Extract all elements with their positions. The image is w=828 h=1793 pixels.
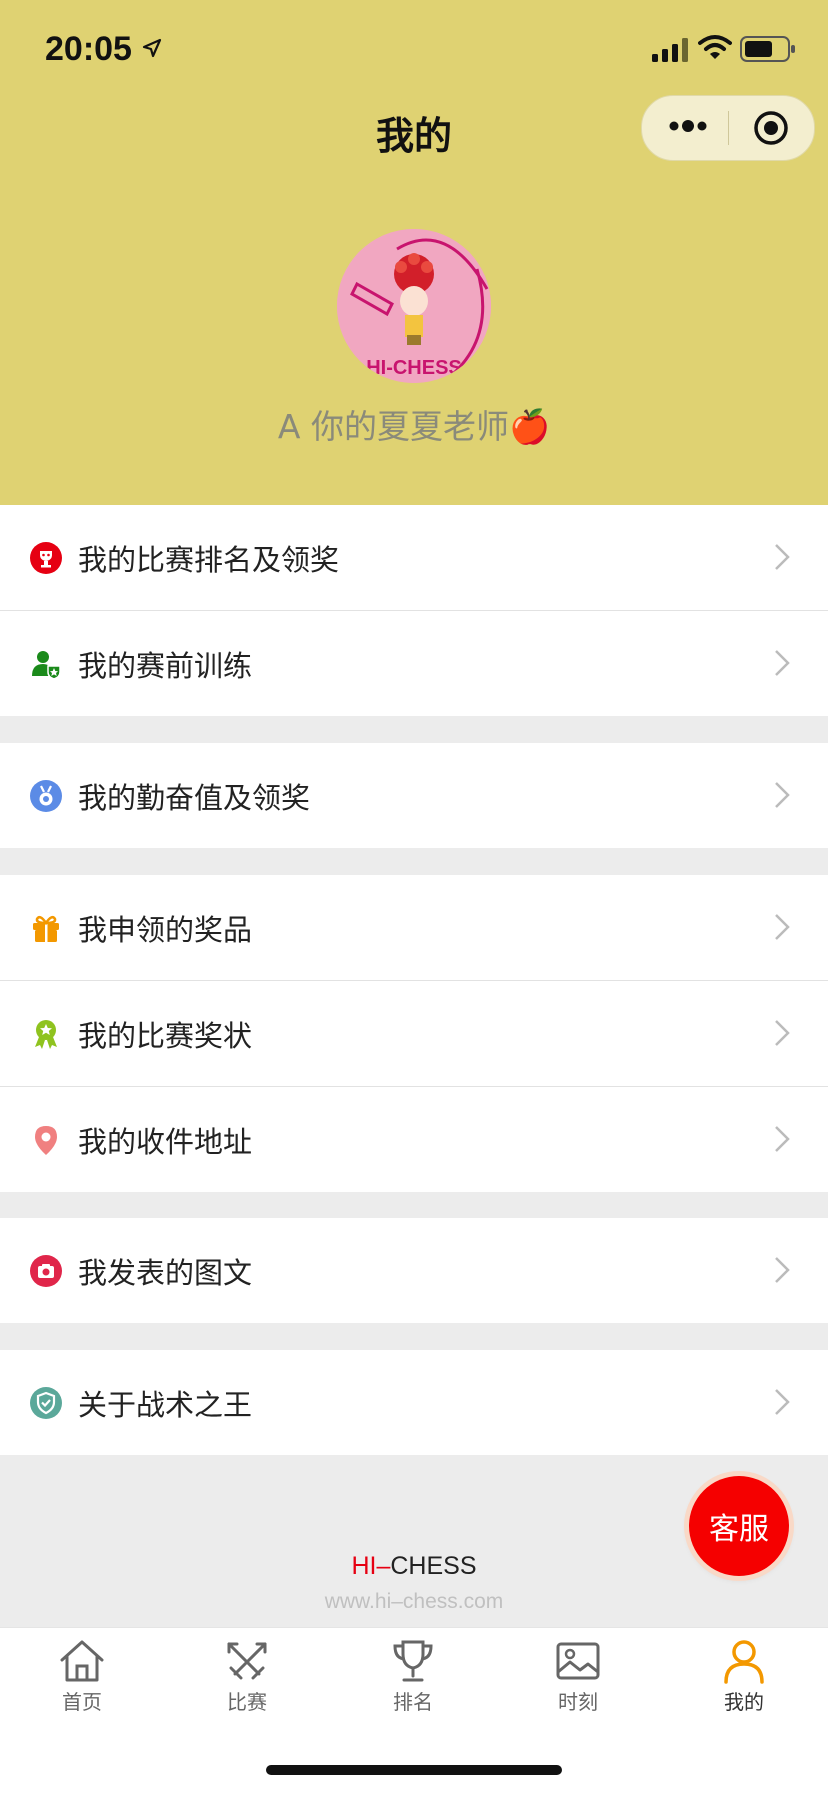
chevron-right-icon xyxy=(775,782,790,808)
menu-item-diligence-awards[interactable]: 我的勤奋值及领奖 xyxy=(0,743,828,848)
avatar[interactable]: HI-CHESS xyxy=(337,229,491,383)
user-badge-icon xyxy=(32,651,61,680)
chevron-right-icon xyxy=(775,1020,790,1046)
brand-rest: CHESS xyxy=(390,1552,477,1580)
mini-program-capsule xyxy=(641,95,815,161)
location-arrow-icon xyxy=(142,38,162,58)
trophy-icon xyxy=(30,542,62,574)
tab-label: 排名 xyxy=(393,1690,433,1714)
chevron-right-icon xyxy=(775,914,790,940)
menu-item-match-certificates[interactable]: 我的比赛奖状 xyxy=(0,981,828,1087)
status-bar: 20:05 xyxy=(0,0,828,100)
battery-icon xyxy=(740,36,795,62)
tab-ranking[interactable]: 排名 xyxy=(358,1638,468,1715)
profile-header: 20:05 我的 HI-CHESS A 你的夏夏老师🍎 xyxy=(0,0,828,505)
swords-icon xyxy=(227,1642,267,1680)
chevron-right-icon xyxy=(775,650,790,676)
customer-service-button[interactable]: 客服 xyxy=(689,1476,789,1576)
tab-home[interactable]: 首页 xyxy=(27,1638,137,1715)
footer-url: www.hi–chess.com xyxy=(324,1590,504,1613)
avatar-text: HI-CHESS xyxy=(366,357,462,379)
username: A 你的夏夏老师🍎 xyxy=(0,400,828,448)
apple-emoji: 🍎 xyxy=(508,407,551,446)
camera-icon xyxy=(30,1255,62,1287)
tab-label: 我的 xyxy=(724,1690,764,1714)
menu-group-4: 我发表的图文 xyxy=(0,1218,828,1323)
wifi-icon xyxy=(698,35,732,59)
menu-item-label: 关于战术之王 xyxy=(78,1387,253,1422)
trophy-cup-icon xyxy=(393,1640,433,1682)
menu-item-claimed-prizes[interactable]: 我申领的奖品 xyxy=(0,875,828,981)
menu-item-pre-match-training[interactable]: 我的赛前训练 xyxy=(0,611,828,716)
close-mini-program-icon[interactable] xyxy=(753,110,789,146)
menu-item-my-posts[interactable]: 我发表的图文 xyxy=(0,1218,828,1323)
image-icon xyxy=(556,1642,600,1680)
tab-bar: 首页 比赛 排名 时刻 我的 xyxy=(0,1627,828,1793)
shield-icon xyxy=(30,1387,62,1419)
brand-dash: – xyxy=(376,1552,391,1580)
menu-group-3: 我申领的奖品 我的比赛奖状 我的收件地址 xyxy=(0,875,828,1192)
chevron-right-icon xyxy=(775,1389,790,1415)
menu-item-label: 我申领的奖品 xyxy=(78,912,253,947)
brand-hi: HI xyxy=(351,1552,377,1580)
gift-icon xyxy=(33,915,59,942)
tab-mine[interactable]: 我的 xyxy=(689,1638,799,1715)
chevron-right-icon xyxy=(775,1257,790,1283)
medal-icon xyxy=(30,780,62,812)
tab-label: 首页 xyxy=(62,1690,102,1714)
menu-item-label: 我的勤奋值及领奖 xyxy=(78,780,311,815)
menu-group-1: 我的比赛排名及领奖 我的赛前训练 xyxy=(0,505,828,716)
person-icon xyxy=(724,1640,764,1684)
tab-label: 比赛 xyxy=(227,1690,267,1714)
more-icon[interactable] xyxy=(668,118,708,134)
capsule-divider xyxy=(728,111,729,145)
status-time: 20:05 xyxy=(45,30,132,68)
chevron-right-icon xyxy=(775,1126,790,1152)
tab-moments[interactable]: 时刻 xyxy=(523,1638,633,1715)
menu-item-about[interactable]: 关于战术之王 xyxy=(0,1350,828,1455)
avatar-image: HI-CHESS xyxy=(337,229,491,383)
home-indicator xyxy=(266,1765,562,1775)
tab-matches[interactable]: 比赛 xyxy=(192,1638,302,1715)
menu-group-2: 我的勤奋值及领奖 xyxy=(0,743,828,848)
menu-item-label: 我发表的图文 xyxy=(78,1255,253,1290)
signal-icon xyxy=(652,38,688,62)
menu-item-label: 我的收件地址 xyxy=(78,1124,253,1159)
menu-item-label: 我的赛前训练 xyxy=(78,648,253,683)
menu-group-5: 关于战术之王 xyxy=(0,1350,828,1455)
menu-item-label: 我的比赛排名及领奖 xyxy=(78,542,340,577)
tab-label: 时刻 xyxy=(558,1690,598,1714)
menu-item-ranking-awards[interactable]: 我的比赛排名及领奖 xyxy=(0,505,828,611)
home-icon xyxy=(60,1640,104,1682)
location-pin-icon xyxy=(35,1126,57,1155)
username-text: A 你的夏夏老师 xyxy=(277,407,509,446)
award-icon xyxy=(35,1020,57,1049)
chevron-right-icon xyxy=(775,544,790,570)
menu-item-shipping-address[interactable]: 我的收件地址 xyxy=(0,1087,828,1192)
menu-item-label: 我的比赛奖状 xyxy=(78,1018,253,1053)
